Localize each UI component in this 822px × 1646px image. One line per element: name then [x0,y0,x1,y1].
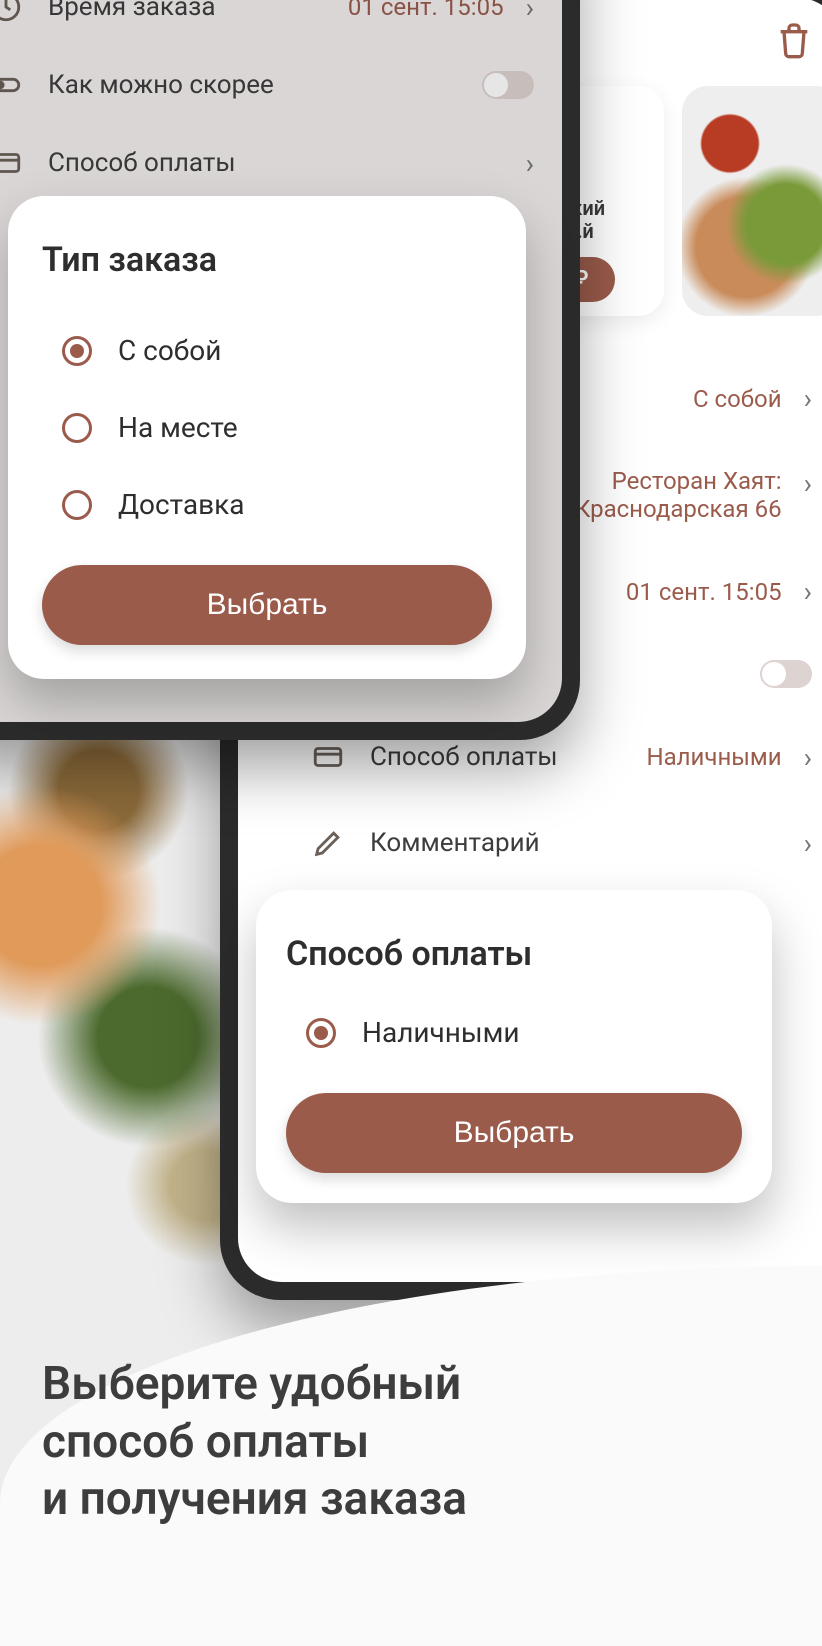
dialog-payment: Способ оплаты Наличными Выбрать [256,890,772,1203]
radio-option-takeaway[interactable]: С собой [42,312,492,389]
radio-option-cash[interactable]: Наличными [286,994,742,1071]
row-pay-label: Способ оплаты [370,742,624,772]
dialog-order-type: Тип заказа С собой На месте Доставка Выб… [8,196,526,679]
chevron-right-icon: › [804,827,812,860]
row-asap-left[interactable]: Как можно скорее [0,46,562,124]
radio-option-dine-in[interactable]: На месте [42,389,492,466]
row-restaurant-value: Ресторан Хаят: Краснодарская 66 [575,467,782,523]
chevron-right-icon: › [804,741,812,774]
radio-label: На месте [118,411,238,444]
trash-icon[interactable] [774,20,814,64]
radio-label: Наличными [362,1016,520,1049]
chevron-right-icon: › [804,467,812,500]
dialog-payment-title: Способ оплаты [286,934,742,974]
radio-icon [62,490,92,520]
chevron-right-icon: › [526,147,534,180]
radio-icon [62,413,92,443]
toggle[interactable] [760,660,812,688]
toggle-icon [0,68,26,102]
card-icon [308,740,348,774]
toggle[interactable] [482,71,534,99]
radio-label: Доставка [118,488,245,521]
product-image [682,86,822,316]
radio-icon [306,1018,336,1048]
chevron-right-icon: › [804,575,812,608]
headline: Выберите удобный способ оплаты и получен… [42,1356,780,1529]
radio-icon [62,336,92,366]
row-order-type-value: С собой [693,385,782,413]
select-button[interactable]: Выбрать [286,1093,742,1173]
card-icon [0,146,26,180]
radio-label: С собой [118,334,221,367]
row-pay-value: Наличными [646,743,781,771]
row-order-time-value: 01 сент. 15:05 [626,578,782,606]
radio-option-delivery[interactable]: Доставка [42,466,492,543]
dialog-order-type-title: Тип заказа [42,240,492,280]
row-comment-label: Комментарий [370,828,782,858]
select-button[interactable]: Выбрать [42,565,492,645]
clock-icon [0,0,26,24]
chevron-right-icon: › [526,0,534,24]
row-comment[interactable]: Комментарий › [278,800,822,886]
row-pay-left[interactable]: Способ оплаты › [0,124,562,202]
pencil-icon [308,826,348,860]
row-order-time-left[interactable]: Время заказа 01 сент. 15:05 › [0,0,562,46]
chevron-right-icon: › [804,382,812,415]
